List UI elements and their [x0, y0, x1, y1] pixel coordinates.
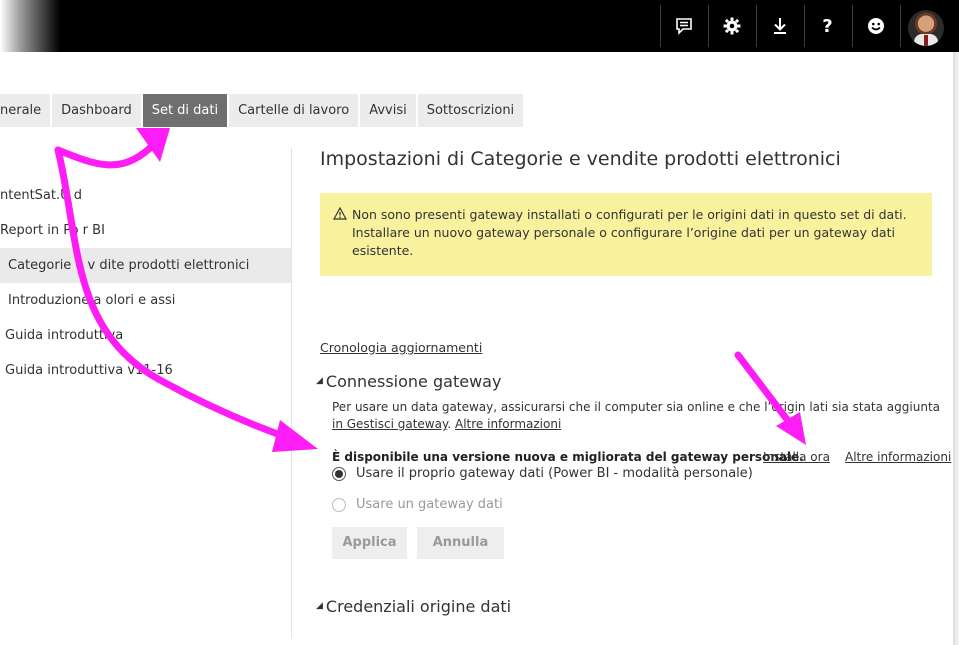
radio-unselected[interactable]: [332, 497, 346, 512]
dataset-item[interactable]: Guida introduttiva v11-16: [0, 353, 291, 388]
dataset-item[interactable]: Introduzione a olori e assi: [0, 283, 291, 318]
gateway-section-title: Connessione gateway: [325, 372, 502, 391]
avatar[interactable]: [908, 10, 944, 46]
collapse-caret-icon: ◢: [316, 375, 323, 386]
download-icon[interactable]: [756, 5, 802, 47]
arrowhead-tab: [136, 128, 170, 162]
arrow-to-tab: [54, 144, 154, 169]
tab-avvisi[interactable]: Avvisi: [360, 94, 416, 127]
help-glyph: ?: [822, 15, 833, 37]
warning-banner: Non sono presenti gateway installati o c…: [320, 193, 932, 276]
arrowhead-gateway: [272, 420, 318, 452]
feedback-icon[interactable]: [660, 5, 706, 47]
help-icon[interactable]: ?: [804, 5, 850, 47]
gateway-section-header[interactable]: ◢ Connessione gateway: [316, 372, 501, 391]
radio-label: Usare il proprio gateway dati (Power BI …: [356, 466, 753, 481]
gear-icon[interactable]: [708, 5, 754, 47]
tab-cartelle-di-lavoro[interactable]: Cartelle di lavoro: [229, 94, 359, 127]
apply-button[interactable]: Applica: [332, 527, 407, 559]
gateway-desc-line: Per usare un data gateway, assicurarsi c…: [332, 400, 940, 414]
tab-dashboard[interactable]: Dashboard: [52, 94, 141, 127]
warning-line: Non sono presenti gateway installati o c…: [352, 207, 907, 222]
collapse-caret-icon: ◢: [316, 600, 323, 611]
radio-selected[interactable]: [332, 466, 346, 481]
gateway-description: Per usare un data gateway, assicurarsi c…: [332, 399, 940, 433]
tab-generale[interactable]: nerale: [0, 94, 51, 127]
cancel-button[interactable]: Annulla: [417, 527, 504, 559]
warning-text: Non sono presenti gateway installati o c…: [334, 206, 912, 260]
refresh-history-link[interactable]: Cronologia aggiornamenti: [320, 340, 482, 355]
tab-sottoscrizioni[interactable]: Sottoscrizioni: [417, 94, 524, 127]
dataset-item[interactable]: Guida introduttiva: [0, 318, 291, 353]
separator-text: .: [447, 417, 452, 431]
manage-gateways-link[interactable]: in Gestisci gateway: [332, 417, 447, 431]
top-bar: ?: [0, 0, 959, 52]
warning-line: Installare un nuovo gateway personale o …: [352, 225, 895, 240]
warning-line: esistente.: [352, 243, 414, 258]
panel-divider: [291, 148, 292, 638]
dataset-list: ntentSat.U d Report in Po r BI Categorie…: [0, 178, 291, 388]
smiley-icon[interactable]: [852, 5, 898, 47]
more-info-link[interactable]: Altre informazioni: [455, 417, 561, 431]
page-title: Impostazioni di Categorie e vendite prod…: [320, 148, 841, 170]
dataset-item-selected[interactable]: Categorie e v dite prodotti elettronici: [0, 248, 291, 283]
credentials-section-title: Credenziali origine dati: [325, 597, 512, 616]
warning-icon: [332, 206, 348, 225]
settings-tabs: nerale Dashboard Set di dati Cartelle di…: [0, 94, 525, 127]
radio-label: Usare un gateway dati: [356, 497, 503, 512]
install-now-link[interactable]: Installa ora: [763, 450, 830, 464]
window-edge: [953, 52, 959, 645]
topbar-fade: [0, 0, 60, 52]
new-version-notice: È disponibile una versione nuova e migli…: [332, 450, 804, 464]
tab-set-di-dati[interactable]: Set di dati: [142, 94, 228, 127]
credentials-section-header[interactable]: ◢ Credenziali origine dati: [316, 597, 511, 616]
radio-data-gateway[interactable]: Usare un gateway dati: [332, 497, 503, 512]
dataset-item[interactable]: Report in Po r BI: [0, 213, 291, 248]
dataset-item[interactable]: ntentSat.U d: [0, 178, 291, 213]
radio-personal-gateway[interactable]: Usare il proprio gateway dati (Power BI …: [332, 466, 753, 481]
more-info-link-2[interactable]: Altre informazioni: [845, 450, 951, 464]
